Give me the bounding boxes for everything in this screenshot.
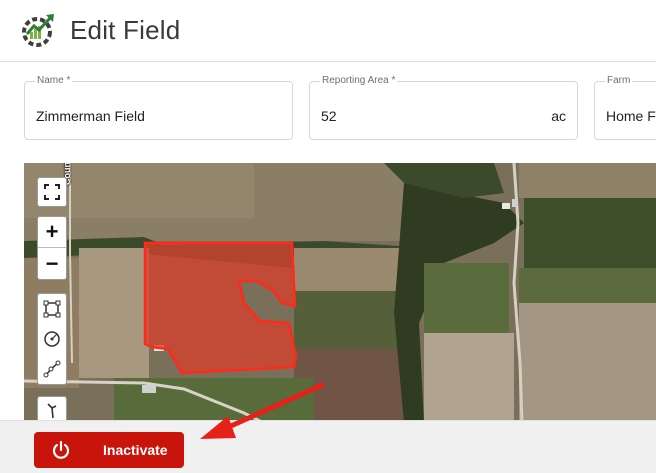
draw-rectangle-button[interactable] — [38, 294, 66, 324]
farm-value: Home Fa — [606, 108, 656, 124]
draw-line-icon — [43, 360, 61, 378]
zoom-out-button[interactable]: − — [38, 248, 66, 279]
map-imagery — [24, 163, 656, 423]
inactivate-button[interactable]: Inactivate — [34, 432, 184, 468]
name-label: Name * — [35, 75, 73, 86]
farm-select[interactable]: Farm Home Fa — [594, 75, 656, 140]
reporting-area-value: 52 — [321, 108, 337, 124]
inactivate-label: Inactivate — [103, 442, 168, 458]
app-logo-icon — [22, 14, 54, 47]
edit-field-page: Edit Field Name * Zimmerman Field Report… — [0, 0, 656, 473]
draw-rectangle-icon — [43, 300, 61, 318]
fullscreen-icon — [44, 184, 60, 200]
page-header: Edit Field — [0, 0, 656, 62]
draw-tools — [37, 293, 67, 385]
power-icon — [52, 440, 70, 459]
reporting-area-unit: ac — [551, 108, 566, 124]
draw-line-button[interactable] — [38, 354, 66, 384]
draw-circle-button[interactable] — [38, 324, 66, 354]
name-field[interactable]: Name * Zimmerman Field — [24, 75, 293, 140]
zoom-controls: + − — [37, 216, 67, 280]
draw-freehand-icon — [47, 403, 57, 419]
reporting-area-label: Reporting Area * — [320, 75, 398, 86]
fullscreen-button[interactable] — [37, 177, 67, 207]
footer-bar: Inactivate — [0, 420, 656, 473]
draw-freehand-button[interactable] — [37, 396, 67, 423]
farm-label: Farm — [605, 75, 633, 86]
page-title: Edit Field — [70, 15, 181, 45]
draw-circle-icon — [44, 331, 60, 347]
name-value: Zimmerman Field — [36, 108, 145, 124]
satellite-map[interactable]: County R + − — [24, 163, 656, 423]
zoom-in-button[interactable]: + — [38, 217, 66, 248]
reporting-area-field[interactable]: Reporting Area * 52 ac — [309, 75, 578, 140]
